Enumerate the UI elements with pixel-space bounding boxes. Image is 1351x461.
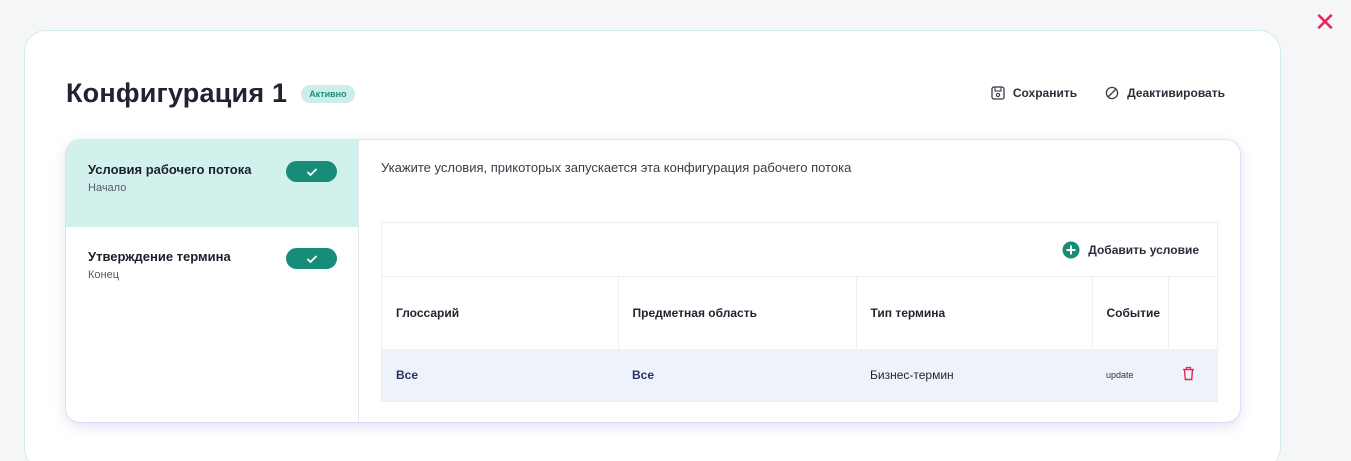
column-header-term-type: Тип термина [856, 277, 1093, 349]
column-header-actions [1168, 277, 1217, 349]
cell-glossary: Все [382, 349, 618, 401]
trash-icon [1183, 366, 1194, 381]
deactivate-button[interactable]: Деактивировать [1105, 86, 1225, 100]
check-icon [306, 167, 317, 176]
save-icon [991, 86, 1005, 100]
cell-term-type: Бизнес-термин [856, 349, 1092, 401]
workflow-panel: Условия рабочего потока Начало Утвержден… [66, 140, 1240, 422]
conditions-table: Добавить условие Глоссарий Предметная об… [381, 222, 1218, 402]
cell-event: update [1092, 349, 1168, 401]
save-button[interactable]: Сохранить [991, 86, 1077, 100]
step-complete-badge [286, 161, 337, 182]
cell-domain: Все [618, 349, 856, 401]
step-subtitle: Начало [88, 182, 127, 194]
cell-actions [1168, 349, 1217, 401]
plus-circle-icon [1062, 241, 1080, 258]
steps-list: Условия рабочего потока Начало Утвержден… [66, 140, 359, 422]
step-item-term-approval[interactable]: Утверждение термина Конец [66, 227, 358, 311]
table-row: Все Все Бизнес-термин update [382, 349, 1217, 401]
step-complete-badge [286, 248, 337, 269]
add-condition-button[interactable]: Добавить условие [1062, 241, 1199, 259]
conditions-grid: Глоссарий Предметная область Тип термина… [382, 277, 1217, 401]
conditions-hint: Укажите условия, прикоторых запускается … [381, 160, 852, 175]
conditions-content: Укажите условия, прикоторых запускается … [359, 140, 1240, 422]
step-subtitle: Конец [88, 269, 120, 281]
status-badge: Активно [301, 84, 355, 103]
block-icon [1105, 86, 1119, 100]
save-label: Сохранить [1012, 86, 1078, 100]
delete-row-button[interactable] [1182, 366, 1195, 384]
page-title: Конфигурация 1 [66, 78, 288, 108]
deactivate-label: Деактивировать [1127, 86, 1225, 100]
close-icon[interactable]: ✕ [1310, 8, 1340, 38]
add-condition-label: Добавить условие [1088, 242, 1199, 257]
column-header-glossary: Глоссарий [382, 277, 619, 349]
step-item-workflow-conditions[interactable]: Условия рабочего потока Начало [66, 140, 358, 227]
check-icon [306, 254, 317, 263]
column-header-event: Событие [1092, 277, 1169, 349]
column-header-domain: Предметная область [618, 277, 857, 349]
